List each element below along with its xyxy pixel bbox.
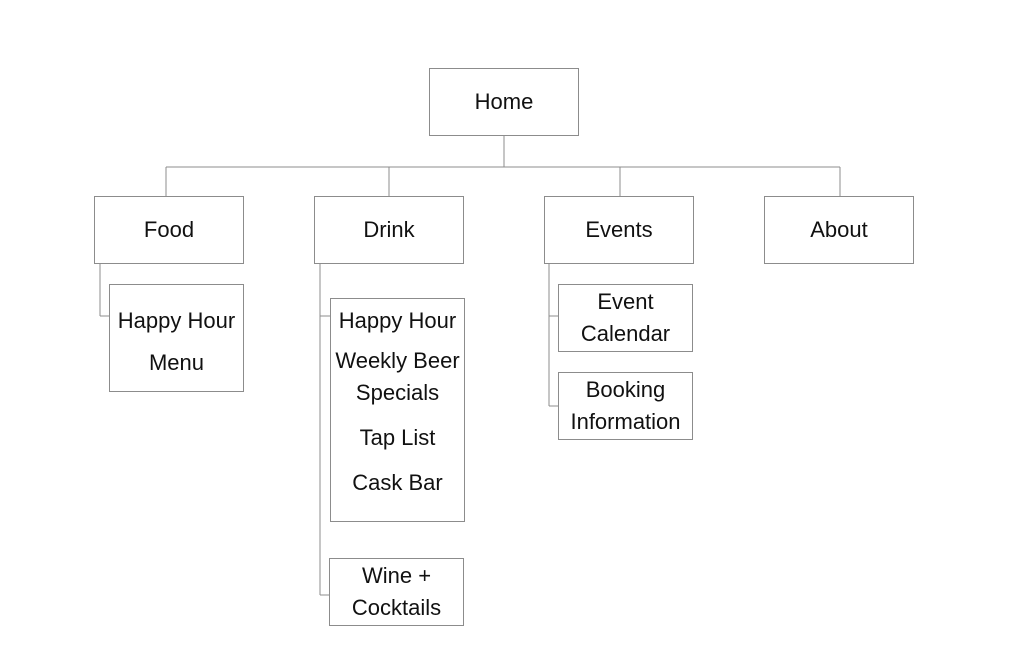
events-booking-line-2: Information (570, 409, 681, 434)
drink-sublist-node[interactable]: Happy Hour Weekly Beer Specials Tap List… (330, 298, 465, 522)
drink-node[interactable]: Drink (314, 196, 464, 264)
events-calendar-line-2: Calendar (580, 321, 671, 346)
drink-wine-line-2: Cocktails (351, 595, 442, 620)
drink-wine-line-1: Wine + (361, 563, 432, 588)
food-label: Food (143, 217, 195, 242)
home-label: Home (474, 89, 534, 114)
drink-item-happy-hour: Happy Hour (338, 308, 457, 333)
home-node[interactable]: Home (429, 68, 579, 136)
drink-item-cask-bar: Cask Bar (352, 470, 443, 495)
food-child-line-2: Menu (148, 350, 205, 375)
events-calendar-line-1: Event (597, 289, 654, 314)
drink-label: Drink (363, 217, 415, 242)
events-booking-line-1: Booking (585, 377, 666, 402)
events-node[interactable]: Events (544, 196, 694, 264)
about-node[interactable]: About (764, 196, 914, 264)
food-node[interactable]: Food (94, 196, 244, 264)
events-label: Events (585, 217, 653, 242)
food-child-line-1: Happy Hour (117, 308, 236, 333)
drink-item-tap-list: Tap List (359, 425, 436, 450)
drink-wine-cocktails-node[interactable]: Wine + Cocktails (329, 558, 464, 626)
food-happy-hour-menu-node[interactable]: Happy Hour Menu (109, 284, 244, 392)
events-booking-node[interactable]: Booking Information (558, 372, 693, 440)
about-label: About (810, 217, 868, 242)
events-calendar-node[interactable]: Event Calendar (558, 284, 693, 352)
drink-item-weekly-beer-specials: Weekly Beer Specials (335, 348, 460, 405)
